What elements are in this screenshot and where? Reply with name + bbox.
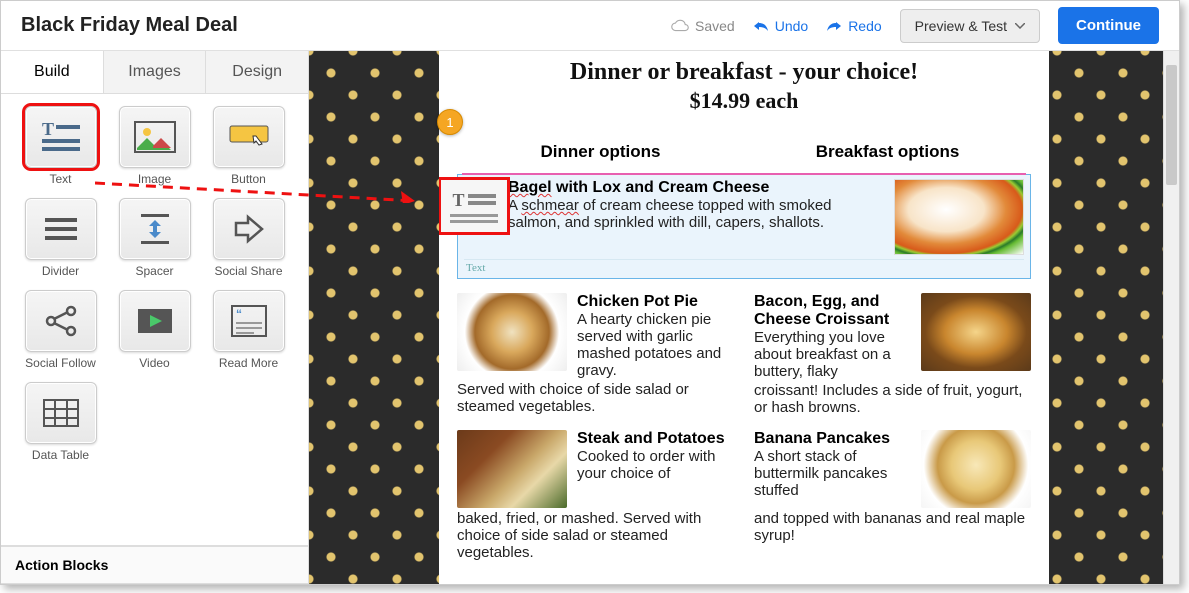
block-divider[interactable]: Divider xyxy=(20,198,102,278)
email-price[interactable]: $14.99 each xyxy=(457,88,1031,114)
saved-label: Saved xyxy=(695,18,735,34)
potpie-image[interactable] xyxy=(457,293,567,371)
redo-icon xyxy=(826,20,842,32)
saved-indicator: Saved xyxy=(671,18,735,34)
potpie-title[interactable]: Chicken Pot Pie xyxy=(577,293,734,311)
steak-desc[interactable]: Cooked to order with your choice of xyxy=(577,448,734,482)
block-video[interactable]: Video xyxy=(114,290,196,370)
block-image[interactable]: Image xyxy=(114,106,196,186)
croissant-desc[interactable]: Everything you love about breakfast on a… xyxy=(754,329,911,380)
pancake-title[interactable]: Banana Pancakes xyxy=(754,430,911,448)
bagel-image[interactable] xyxy=(894,179,1024,255)
canvas[interactable]: Dinner or breakfast - your choice! $14.9… xyxy=(309,51,1179,584)
video-icon xyxy=(134,305,176,337)
block-read-more[interactable]: “ Read More xyxy=(208,290,290,370)
email-body[interactable]: Dinner or breakfast - your choice! $14.9… xyxy=(439,51,1049,584)
table-icon xyxy=(41,397,81,429)
block-data-table[interactable]: Data Table xyxy=(20,382,102,462)
tab-build[interactable]: Build xyxy=(1,51,104,93)
croissant-title[interactable]: Bacon, Egg, and Cheese Croissant xyxy=(754,293,911,329)
spacer-icon xyxy=(135,212,175,246)
column-header-dinner[interactable]: Dinner options xyxy=(457,142,744,162)
bagel-title[interactable]: Bagel with Lox and Cream Cheese xyxy=(508,179,884,197)
button-icon xyxy=(226,122,272,152)
block-text[interactable]: T Text xyxy=(20,106,102,186)
block-spacer[interactable]: Spacer xyxy=(114,198,196,278)
block-social-follow[interactable]: Social Follow xyxy=(20,290,102,370)
text-icon: T xyxy=(38,119,84,155)
tab-design[interactable]: Design xyxy=(206,51,308,93)
annotation-step-1: 1 xyxy=(437,109,463,135)
preview-test-button[interactable]: Preview & Test xyxy=(900,9,1040,43)
pancake-desc[interactable]: A short stack of buttermilk pancakes stu… xyxy=(754,448,911,499)
continue-button[interactable]: Continue xyxy=(1058,7,1159,44)
sidebar: Build Images Design T Text Image xyxy=(1,51,309,584)
canvas-scrollbar[interactable] xyxy=(1163,51,1179,584)
block-button[interactable]: Button xyxy=(208,106,290,186)
image-icon xyxy=(133,120,177,154)
column-header-breakfast[interactable]: Breakfast options xyxy=(744,142,1031,162)
svg-text:“: “ xyxy=(236,307,242,321)
scrollbar-thumb[interactable] xyxy=(1166,65,1177,185)
dragged-text-block[interactable]: T xyxy=(439,177,510,235)
email-headline[interactable]: Dinner or breakfast - your choice! xyxy=(457,59,1031,86)
follow-icon xyxy=(41,304,81,338)
divider-icon xyxy=(41,214,81,244)
potpie-desc[interactable]: A hearty chicken pie served with garlic … xyxy=(577,311,734,379)
chevron-down-icon xyxy=(1015,23,1025,29)
header-bar: Black Friday Meal Deal Saved Undo Redo P… xyxy=(1,1,1179,51)
share-icon xyxy=(230,213,268,245)
undo-button[interactable]: Undo xyxy=(753,18,808,34)
svg-text:T: T xyxy=(42,119,54,139)
bagel-desc[interactable]: A schmear of cream cheese topped with sm… xyxy=(508,197,884,231)
undo-icon xyxy=(753,20,769,32)
croissant-image[interactable] xyxy=(921,293,1031,371)
drop-block-type-label: Text xyxy=(464,259,1024,274)
steak-title[interactable]: Steak and Potatoes xyxy=(577,430,734,448)
sidebar-tabs: Build Images Design xyxy=(1,51,308,94)
readmore-icon: “ xyxy=(228,304,270,338)
text-drop-target[interactable]: T Bagel with Lox and Cream Cheese A schm… xyxy=(457,174,1031,279)
campaign-title: Black Friday Meal Deal xyxy=(21,14,238,37)
steak-image[interactable] xyxy=(457,430,567,508)
action-blocks-header[interactable]: Action Blocks xyxy=(1,545,308,584)
cloud-icon xyxy=(671,19,689,33)
tab-images[interactable]: Images xyxy=(104,51,207,93)
redo-button[interactable]: Redo xyxy=(826,18,881,34)
block-social-share[interactable]: Social Share xyxy=(208,198,290,278)
insertion-indicator xyxy=(462,173,1026,175)
pancake-image[interactable] xyxy=(921,430,1031,508)
